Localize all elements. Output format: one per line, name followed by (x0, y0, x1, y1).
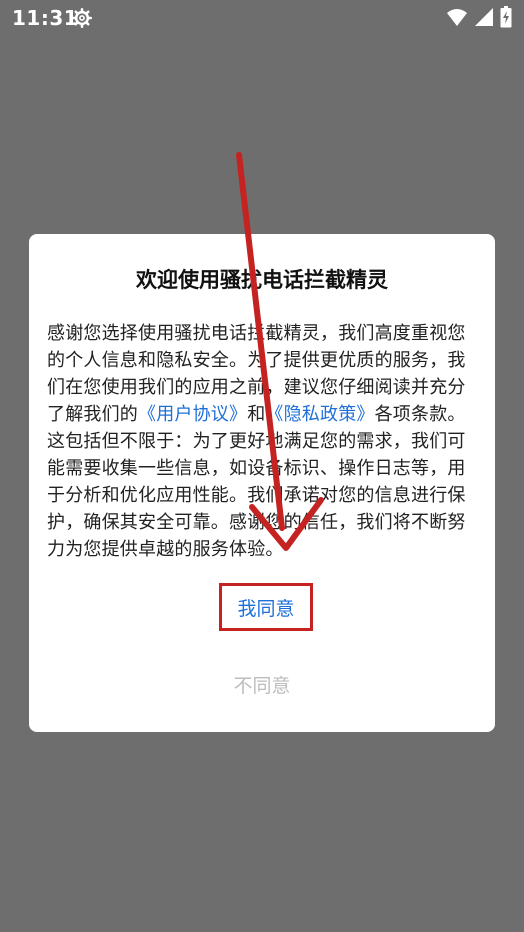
agree-button[interactable]: 我同意 (219, 583, 313, 631)
battery-charging-icon (500, 6, 512, 28)
dialog-body: 感谢您选择使用骚扰电话拦截精灵，我们高度重视您的个人信息和隐私安全。为了提供更优… (47, 320, 477, 563)
signal-icon (475, 8, 493, 26)
user-agreement-link[interactable]: 《用户协议》 (138, 404, 247, 425)
privacy-policy-link[interactable]: 《隐私政策》 (265, 404, 374, 425)
status-time: 11:31 (12, 6, 79, 30)
disagree-button[interactable]: 不同意 (209, 664, 315, 704)
status-bar: 11:31 (0, 0, 524, 36)
body-text-terms: 各项条款。这包括但不限于：为了更好地满足您的需求，我们可能需要收集一些信息，如设… (47, 404, 466, 560)
dialog-title: 欢迎使用骚扰电话拦截精灵 (136, 268, 388, 292)
status-icons (446, 6, 512, 28)
gear-icon (72, 8, 92, 28)
body-text-and: 和 (247, 404, 266, 425)
wifi-icon (447, 9, 467, 26)
privacy-dialog: 欢迎使用骚扰电话拦截精灵 感谢您选择使用骚扰电话拦截精灵，我们高度重视您的个人信… (29, 234, 495, 732)
